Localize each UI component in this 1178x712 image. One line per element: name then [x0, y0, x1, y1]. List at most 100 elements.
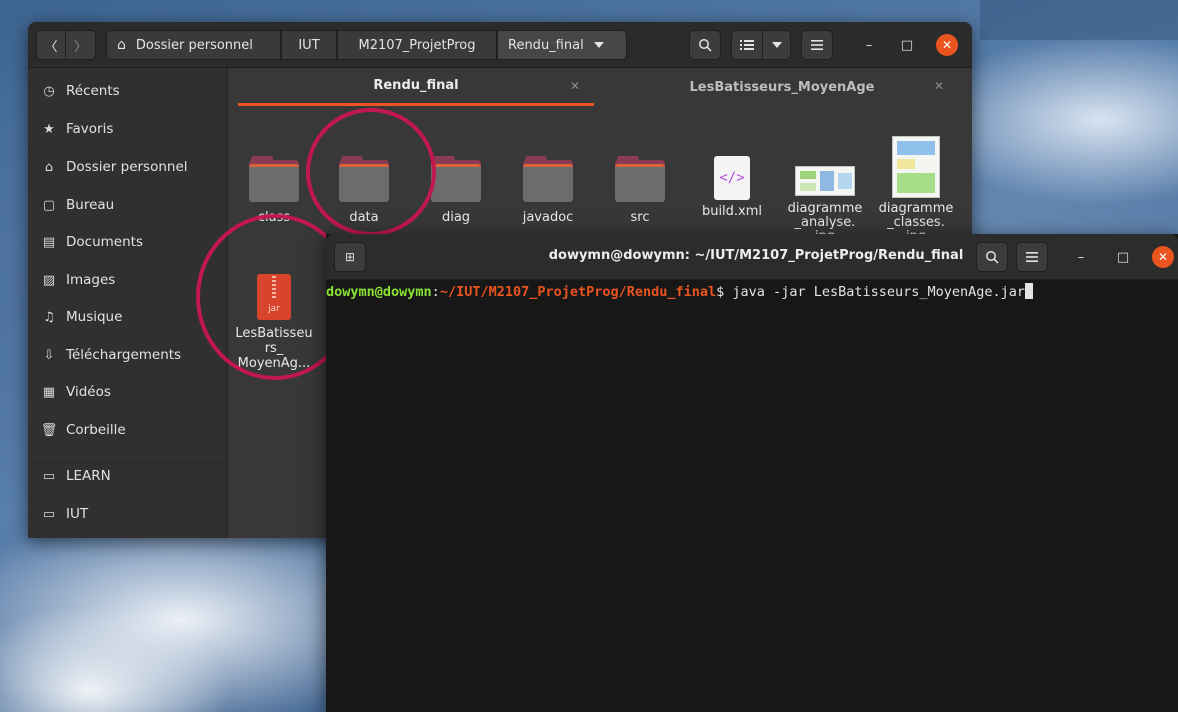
breadcrumb-rendu-final[interactable]: Rendu_final: [497, 30, 627, 60]
maximize-icon: □: [900, 37, 914, 53]
clock-icon: ◷: [43, 83, 55, 99]
prompt-user: dowymn@dowymn: [326, 284, 432, 300]
terminal-window: ⊞ dowymn@dowymn: ~/IUT/M2107_ProjetProg/…: [326, 234, 1178, 712]
sidebar-item-label: Images: [66, 272, 116, 288]
close-icon[interactable]: ✕: [934, 79, 944, 93]
file-name: src: [630, 210, 650, 225]
file-item-build-xml[interactable]: </> build.xml: [690, 154, 774, 219]
tab-rendu-final[interactable]: Rendu_final ✕: [238, 68, 594, 106]
file-item-src[interactable]: src: [598, 154, 682, 225]
breadcrumb-iut[interactable]: IUT: [281, 30, 337, 60]
minimize-icon: –: [865, 37, 873, 53]
prompt-symbol: $: [716, 284, 733, 300]
home-icon: ⌂: [44, 159, 54, 175]
sidebar-item-iut[interactable]: ▭ IUT: [28, 497, 228, 531]
xml-file-icon: </>: [714, 156, 750, 200]
text-cursor: [1025, 283, 1034, 299]
sidebar-item-label: Favoris: [66, 121, 114, 137]
maximize-icon: □: [1116, 249, 1130, 265]
search-icon: [986, 251, 999, 264]
tab-label: LesBatisseurs_MoyenAge: [689, 79, 875, 95]
terminal-title: dowymn@dowymn: ~/IUT/M2107_ProjetProg/Re…: [548, 248, 964, 263]
forward-button[interactable]: 〉: [66, 30, 96, 60]
terminal-body[interactable]: dowymn@dowymn:~/IUT/M2107_ProjetProg/Ren…: [326, 280, 1178, 712]
sidebar-item-recents[interactable]: ◷ Récents: [28, 74, 228, 108]
breadcrumb-m2107[interactable]: M2107_ProjetProg: [337, 30, 497, 60]
files-headerbar: 〈 〉 ⌂ Dossier personnel IUT M2107_Projet…: [28, 22, 972, 68]
close-icon[interactable]: ✕: [570, 79, 580, 93]
home-icon: ⌂: [117, 37, 126, 53]
download-icon: ⇩: [43, 347, 55, 363]
file-name: javadoc: [522, 210, 574, 225]
sidebar-item-label: Musique: [66, 309, 123, 325]
terminal-command-line: dowymn@dowymn:~/IUT/M2107_ProjetProg/Ren…: [326, 283, 1034, 301]
breadcrumb-home[interactable]: ⌂ Dossier personnel: [106, 30, 281, 60]
breadcrumb-label: IUT: [298, 37, 320, 53]
hamburger-icon: [811, 40, 823, 50]
breadcrumb-label: Rendu_final: [508, 37, 584, 53]
sidebar-item-label: Bureau: [66, 197, 115, 213]
main-menu-button[interactable]: [801, 30, 833, 60]
sidebar-item-label: Récents: [66, 83, 120, 99]
file-name: diag: [441, 210, 471, 225]
minimize-icon: –: [1077, 249, 1085, 265]
folder-icon: [431, 154, 481, 202]
search-icon: [699, 39, 712, 52]
prompt-path: ~/IUT/M2107_ProjetProg/Rendu_final: [439, 284, 717, 300]
wallpaper-shape: [980, 0, 1178, 40]
file-item-diagramme-classes[interactable]: diagramme _classes. jpg: [874, 136, 958, 244]
terminal-search-button[interactable]: [976, 242, 1008, 272]
sidebar-item-label: Documents: [66, 234, 143, 250]
list-view-button[interactable]: [731, 30, 763, 60]
minimize-button[interactable]: –: [860, 36, 878, 54]
sidebar-item-corbeille[interactable]: 🗑 Corbeille: [28, 413, 228, 447]
document-icon: ▤: [42, 234, 56, 250]
folder-icon: [523, 154, 573, 202]
star-icon: ★: [43, 121, 55, 137]
highlight-circle: [306, 108, 436, 236]
sidebar-item-videos[interactable]: ▦ Vidéos: [28, 375, 228, 409]
list-view-icon: [740, 40, 754, 50]
tab-lesbatisseurs[interactable]: LesBatisseurs_MoyenAge ✕: [598, 68, 966, 106]
music-icon: ♫: [43, 309, 55, 325]
close-icon: ✕: [1157, 250, 1169, 264]
folder-icon: [615, 154, 665, 202]
sidebar-item-documents[interactable]: ▤ Documents: [28, 225, 228, 259]
hamburger-icon: [1026, 252, 1038, 262]
breadcrumb-label: M2107_ProjetProg: [358, 37, 476, 53]
terminal-menu-button[interactable]: [1016, 242, 1048, 272]
view-options-button[interactable]: [763, 30, 791, 60]
terminal-close-button[interactable]: ✕: [1152, 246, 1174, 268]
image-thumbnail-icon: [795, 166, 855, 196]
sidebar-item-telechargements[interactable]: ⇩ Téléchargements: [28, 338, 228, 372]
desktop-icon: ▢: [42, 197, 56, 213]
command-text: java -jar LesBatisseurs_MoyenAge.jar: [732, 284, 1026, 300]
sidebar-item-label: LEARN: [66, 468, 111, 484]
chevron-down-icon: [593, 42, 604, 48]
new-tab-button[interactable]: ⊞: [334, 242, 366, 272]
terminal-minimize-button[interactable]: –: [1072, 248, 1090, 266]
prompt-separator: :: [431, 284, 440, 300]
tab-label: Rendu_final: [373, 78, 459, 93]
close-icon: ✕: [941, 38, 953, 52]
breadcrumb-label: Dossier personnel: [135, 37, 253, 53]
sidebar-item-learn[interactable]: ▭ LEARN: [28, 459, 228, 493]
close-button[interactable]: ✕: [936, 34, 958, 56]
back-button[interactable]: 〈: [36, 30, 66, 60]
new-tab-icon: ⊞: [344, 250, 356, 264]
folder-icon: ▭: [42, 468, 56, 484]
maximize-button[interactable]: □: [898, 36, 916, 54]
sidebar-item-favoris[interactable]: ★ Favoris: [28, 112, 228, 146]
image-icon: ▨: [42, 272, 56, 288]
terminal-maximize-button[interactable]: □: [1114, 248, 1132, 266]
folder-icon: [249, 154, 299, 202]
folder-icon: ▭: [42, 506, 56, 522]
sidebar-item-home[interactable]: ⌂ Dossier personnel: [28, 150, 228, 184]
file-item-javadoc[interactable]: javadoc: [506, 154, 590, 225]
sidebar-item-label: Vidéos: [66, 384, 111, 400]
sidebar-item-bureau[interactable]: ▢ Bureau: [28, 188, 228, 222]
file-item-diagramme-analyse[interactable]: diagramme _analyse. jpg: [780, 154, 870, 244]
sidebar-item-label: Téléchargements: [66, 347, 182, 363]
search-button[interactable]: [689, 30, 721, 60]
chevron-down-icon: [771, 42, 782, 48]
